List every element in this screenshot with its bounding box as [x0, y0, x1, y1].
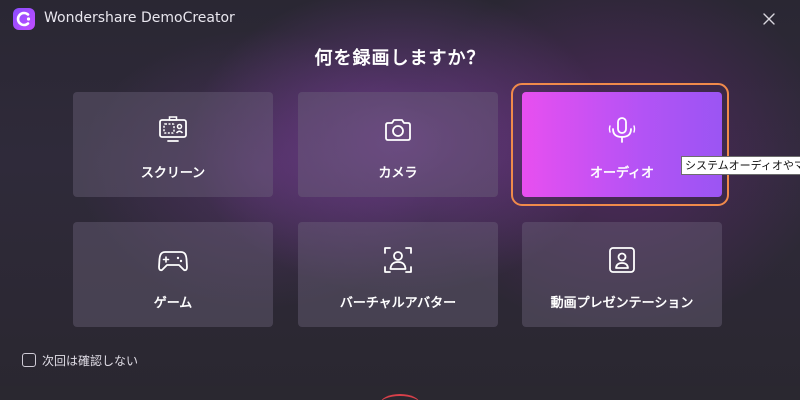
app-window: Wondershare DemoCreator 何を録画しますか？ スクリーン — [0, 0, 800, 400]
close-button[interactable] — [758, 8, 780, 30]
option-screen-button[interactable]: スクリーン — [73, 92, 273, 197]
dont-ask-again-label: 次回は確認しない — [42, 354, 139, 368]
close-icon — [763, 13, 775, 25]
option-camera-button[interactable]: カメラ — [298, 92, 498, 197]
presentation-icon — [606, 244, 638, 276]
option-game-button[interactable]: ゲーム — [73, 222, 273, 327]
audio-tooltip: システムオーディオやマイク — [681, 156, 800, 175]
option-audio-button[interactable]: オーディオ — [522, 92, 722, 197]
option-label: スクリーン — [140, 166, 206, 181]
screen-record-icon — [157, 114, 189, 146]
page-title: 何を録画しますか？ — [314, 48, 486, 69]
microphone-icon — [606, 114, 638, 146]
title-bar: Wondershare DemoCreator — [0, 0, 800, 38]
app-title: Wondershare DemoCreator — [44, 10, 235, 26]
option-label: ゲーム — [153, 296, 193, 311]
option-avatar-button[interactable]: バーチャルアバター — [298, 222, 498, 327]
democreator-logo-icon — [13, 8, 35, 30]
avatar-icon — [382, 244, 414, 276]
option-label: バーチャルアバター — [339, 296, 457, 311]
gamepad-icon — [157, 244, 189, 276]
dont-ask-again-checkbox[interactable] — [22, 353, 36, 367]
option-label: 動画プレゼンテーション — [550, 296, 694, 311]
camera-icon — [382, 114, 414, 146]
option-label: カメラ — [378, 166, 418, 181]
option-presentation-button[interactable]: 動画プレゼンテーション — [522, 222, 722, 327]
